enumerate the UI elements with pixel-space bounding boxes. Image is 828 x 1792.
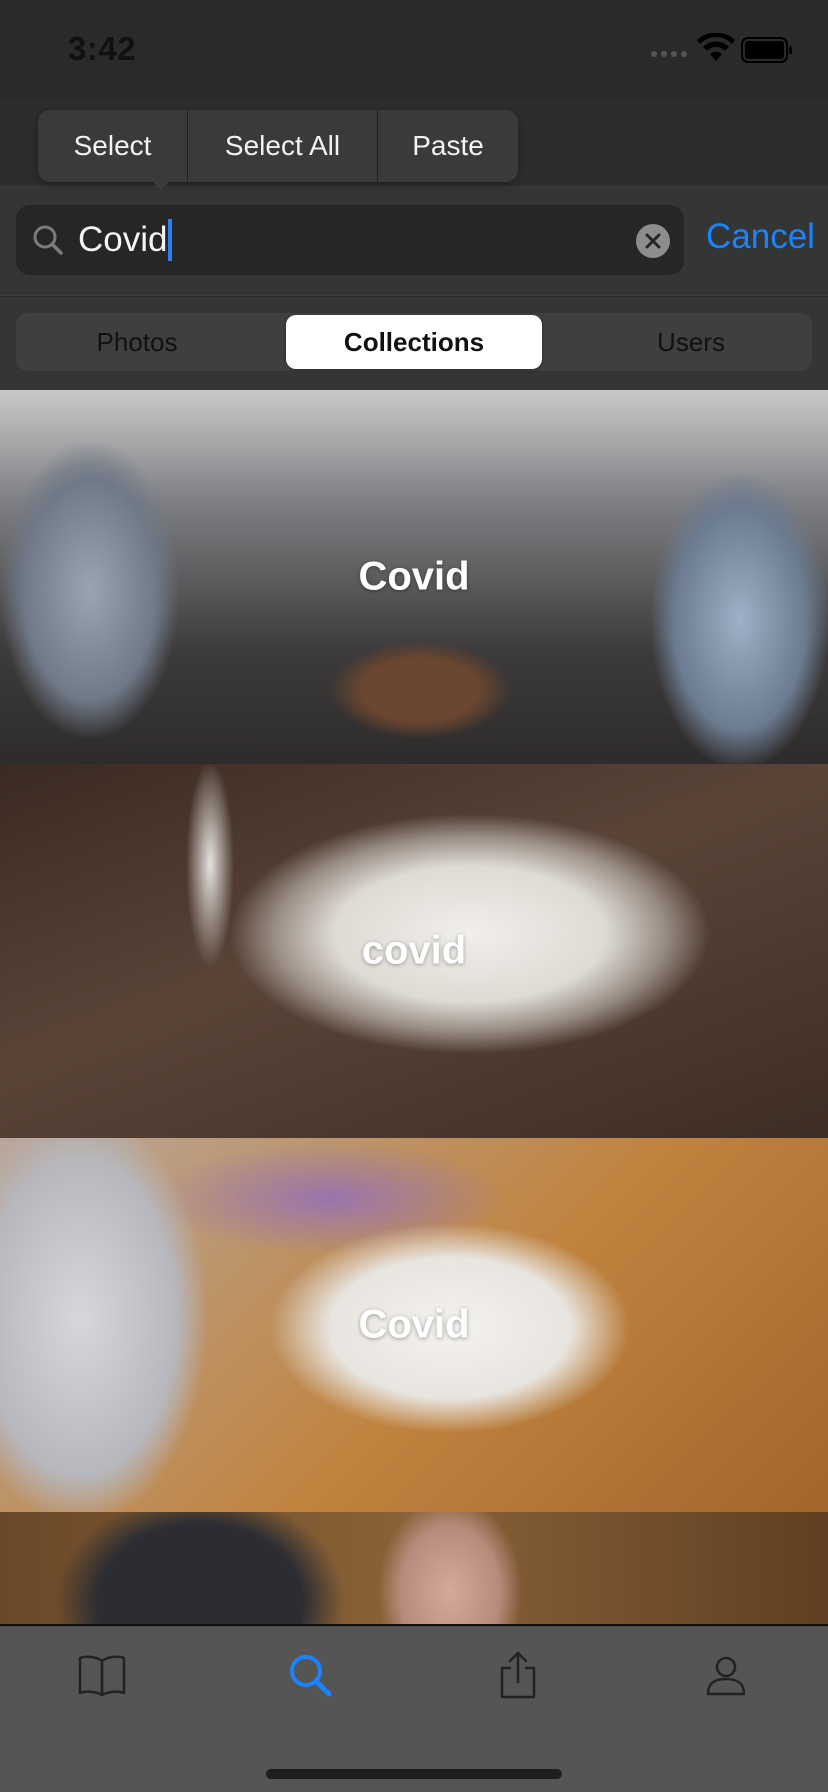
tab-profile[interactable] (696, 1645, 756, 1705)
edit-menu-arrow (147, 176, 175, 190)
close-icon (645, 233, 661, 249)
share-icon (500, 1651, 536, 1699)
segment-photos[interactable]: Photos (16, 313, 258, 371)
collection-card[interactable]: Covid (0, 1138, 828, 1512)
cancel-button[interactable]: Cancel (706, 217, 815, 257)
menu-item-select[interactable]: Select (38, 110, 188, 182)
wifi-icon (697, 33, 735, 61)
menu-item-select-all[interactable]: Select All (188, 110, 378, 182)
search-query: Covid (78, 220, 168, 259)
segment-users[interactable]: Users (570, 313, 812, 371)
menu-item-paste[interactable]: Paste (378, 110, 518, 182)
magnifier-icon (33, 225, 63, 255)
search-icon (290, 1655, 332, 1697)
collection-card[interactable] (0, 1512, 828, 1624)
tab-search[interactable] (280, 1645, 340, 1705)
segment-collections[interactable]: Collections (286, 315, 542, 369)
collection-list: Covid covid Covid (0, 390, 828, 1626)
text-caret (168, 219, 173, 261)
status-time: 3:42 (68, 30, 137, 67)
clear-search-button[interactable] (636, 224, 670, 258)
collection-title: Covid (358, 1302, 470, 1347)
tab-bar (0, 1626, 828, 1792)
home-indicator (266, 1769, 562, 1779)
search-bar: Covid Cancel (0, 186, 828, 296)
edit-menu: Select Select All Paste (38, 110, 518, 182)
battery-icon (741, 37, 792, 63)
tab-share[interactable] (488, 1645, 548, 1705)
tab-library[interactable] (72, 1645, 132, 1705)
collection-card[interactable]: Covid (0, 390, 828, 764)
collection-title: Covid (358, 554, 470, 599)
segmented-control: Photos Collections Users (16, 313, 812, 371)
collection-card[interactable]: covid (0, 764, 828, 1138)
book-icon (78, 1655, 126, 1697)
search-input[interactable]: Covid (16, 205, 684, 275)
search-query-text: Covid (78, 218, 173, 262)
collection-title: covid (361, 928, 467, 973)
cellular-signal-icon (651, 51, 687, 57)
person-icon (706, 1656, 746, 1696)
status-bar: 3:42 (0, 0, 828, 100)
scope-bar: Photos Collections Users (0, 297, 828, 390)
